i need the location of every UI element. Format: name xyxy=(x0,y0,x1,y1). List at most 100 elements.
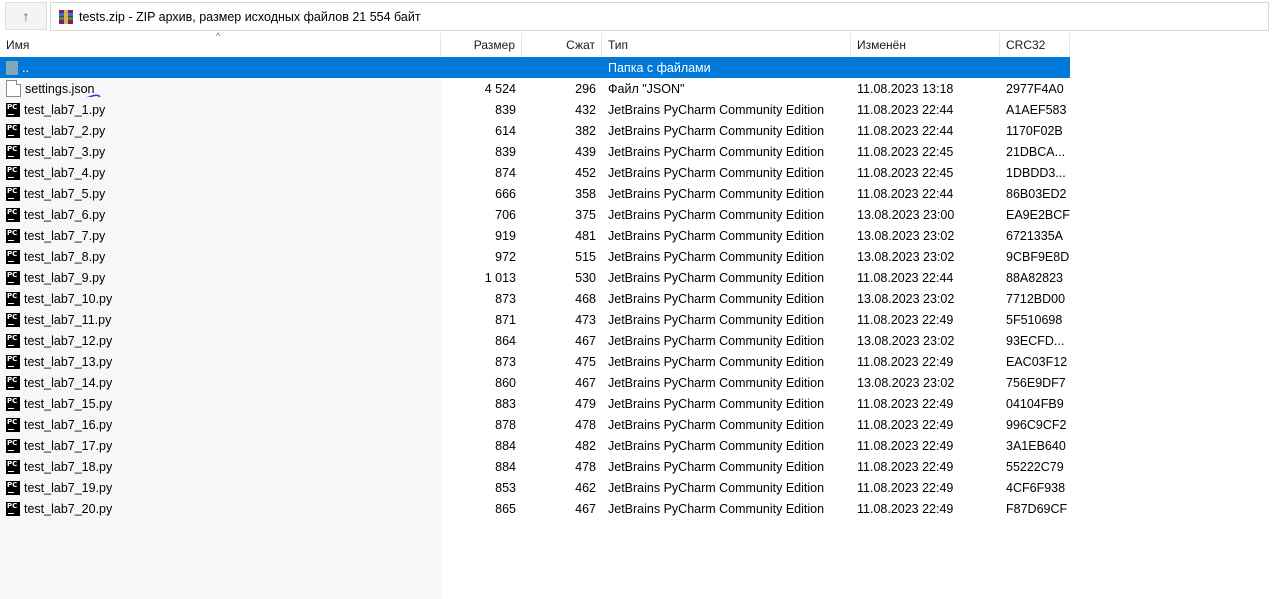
table-row[interactable]: PC test_lab7_19.py 853 462 JetBrains PyCharm… xyxy=(0,477,1070,498)
file-crc: EA9E2BCF xyxy=(1006,207,1070,222)
table-row[interactable]: PC test_lab7_4.py 874 452 JetBrains PyCharm … xyxy=(0,162,1070,183)
file-size: 614 xyxy=(495,123,516,138)
parent-folder-name-cell: .. xyxy=(0,60,441,75)
table-row[interactable]: PC test_lab7_20.py 865 467 JetBrains PyCharm… xyxy=(0,498,1070,519)
file-modified: 11.08.2023 22:49 xyxy=(857,438,954,453)
parent-folder-type: Папка с файлами xyxy=(608,60,711,75)
file-modified: 11.08.2023 22:49 xyxy=(857,459,954,474)
column-crc[interactable]: CRC32 xyxy=(1000,33,1070,57)
file-packed-size: 382 xyxy=(575,123,596,138)
file-name-cell: PC test_lab7_20.py xyxy=(0,501,441,516)
file-type: JetBrains PyCharm Community Edition xyxy=(608,123,825,138)
file-crc: 93ECFD... xyxy=(1006,333,1065,348)
table-row[interactable]: PC test_lab7_13.py 873 475 JetBrains PyCharm… xyxy=(0,351,1070,372)
column-modified-label: Изменён xyxy=(857,38,906,52)
toolbar: ↑ tests.zip - ZIP архив, размер исходных… xyxy=(0,0,1272,33)
file-list[interactable]: Имя ^ Размер Сжат Тип Изменён CRC32 .. П… xyxy=(0,31,1272,599)
file-type: JetBrains PyCharm Community Edition xyxy=(608,375,825,390)
file-packed-size: 452 xyxy=(575,165,596,180)
pycharm-icon: PC xyxy=(6,186,20,201)
file-packed-size: 432 xyxy=(575,102,596,117)
file-type: Файл "JSON" xyxy=(608,81,685,96)
file-modified: 11.08.2023 22:44 xyxy=(857,270,954,285)
file-name-cell: PC test_lab7_13.py xyxy=(0,354,441,369)
pycharm-icon: PC xyxy=(6,249,20,264)
table-row[interactable]: settings.json 4 524 296 Файл "JSON" 11.08.20… xyxy=(0,78,1070,99)
table-row[interactable]: PC test_lab7_7.py 919 481 JetBrains PyCharm … xyxy=(0,225,1070,246)
file-name-cell: PC test_lab7_9.py xyxy=(0,270,441,285)
column-modified[interactable]: Изменён xyxy=(851,33,1000,57)
file-name-cell: PC test_lab7_8.py xyxy=(0,249,441,264)
table-row[interactable]: PC test_lab7_3.py 839 439 JetBrains PyCharm … xyxy=(0,141,1070,162)
file-packed-size: 462 xyxy=(575,480,596,495)
file-type: JetBrains PyCharm Community Edition xyxy=(608,249,825,264)
file-name: test_lab7_18.py xyxy=(24,459,113,474)
address-bar[interactable]: tests.zip - ZIP архив, размер исходных ф… xyxy=(50,2,1269,31)
file-name-cell: PC test_lab7_4.py xyxy=(0,165,441,180)
file-name-cell: PC test_lab7_5.py xyxy=(0,186,441,201)
file-packed-size: 467 xyxy=(575,501,596,516)
pycharm-icon: PC xyxy=(6,102,20,117)
pycharm-icon: PC xyxy=(6,501,20,516)
file-type: JetBrains PyCharm Community Edition xyxy=(608,165,825,180)
table-row[interactable]: PC test_lab7_15.py 883 479 JetBrains PyCharm… xyxy=(0,393,1070,414)
pycharm-icon: PC xyxy=(6,375,20,390)
file-crc: 4CF6F938 xyxy=(1006,480,1066,495)
file-type: JetBrains PyCharm Community Edition xyxy=(608,417,825,432)
file-crc: 6721335A xyxy=(1006,228,1064,243)
file-name-cell: PC test_lab7_6.py xyxy=(0,207,441,222)
column-crc-label: CRC32 xyxy=(1006,38,1046,52)
file-packed-size: 515 xyxy=(575,249,596,264)
file-modified: 13.08.2023 23:02 xyxy=(857,249,955,264)
column-type[interactable]: Тип xyxy=(602,33,851,57)
pycharm-icon: PC xyxy=(6,123,20,138)
table-row[interactable]: PC test_lab7_2.py 614 382 JetBrains PyCharm … xyxy=(0,120,1070,141)
file-type: JetBrains PyCharm Community Edition xyxy=(608,102,825,117)
file-name: test_lab7_1.py xyxy=(24,102,106,117)
table-row[interactable]: PC test_lab7_9.py 1 013 530 JetBrains PyChar… xyxy=(0,267,1070,288)
table-row[interactable]: PC test_lab7_18.py 884 478 JetBrains PyCharm… xyxy=(0,456,1070,477)
parent-folder-row[interactable]: .. Папка с файлами xyxy=(0,57,1070,78)
file-size: 839 xyxy=(495,144,516,159)
table-row[interactable]: PC test_lab7_16.py 878 478 JetBrains PyCharm… xyxy=(0,414,1070,435)
pycharm-icon: PC xyxy=(6,144,20,159)
pycharm-icon: PC xyxy=(6,291,20,306)
column-name-label: Имя xyxy=(6,38,30,52)
file-size: 4 524 xyxy=(484,81,516,96)
table-row[interactable]: PC test_lab7_6.py 706 375 JetBrains PyCharm … xyxy=(0,204,1070,225)
parent-folder-name: .. xyxy=(22,60,29,75)
table-row[interactable]: PC test_lab7_10.py 873 468 JetBrains PyCharm… xyxy=(0,288,1070,309)
file-modified: 11.08.2023 22:45 xyxy=(857,165,954,180)
table-row[interactable]: PC test_lab7_11.py 871 473 JetBrains PyCharm… xyxy=(0,309,1070,330)
file-type: JetBrains PyCharm Community Edition xyxy=(608,396,825,411)
table-row[interactable]: PC test_lab7_1.py 839 432 JetBrains PyCharm … xyxy=(0,99,1070,120)
pycharm-icon: PC xyxy=(6,207,20,222)
file-modified: 11.08.2023 13:18 xyxy=(857,81,954,96)
pycharm-icon: PC xyxy=(6,438,20,453)
file-packed-size: 473 xyxy=(575,312,596,327)
column-size[interactable]: Размер xyxy=(441,33,522,57)
file-packed-size: 530 xyxy=(575,270,596,285)
file-size: 860 xyxy=(495,375,516,390)
file-modified: 13.08.2023 23:02 xyxy=(857,228,955,243)
table-row[interactable]: PC test_lab7_17.py 884 482 JetBrains PyCharm… xyxy=(0,435,1070,456)
file-packed-size: 358 xyxy=(575,186,596,201)
table-row[interactable]: PC test_lab7_14.py 860 467 JetBrains PyCharm… xyxy=(0,372,1070,393)
file-name-cell: PC test_lab7_10.py xyxy=(0,291,441,306)
file-modified: 11.08.2023 22:49 xyxy=(857,501,954,516)
column-name[interactable]: Имя ^ xyxy=(0,31,441,57)
file-type: JetBrains PyCharm Community Edition xyxy=(608,312,825,327)
table-row[interactable]: PC test_lab7_12.py 864 467 JetBrains PyCharm… xyxy=(0,330,1070,351)
file-crc: 1DBDD3... xyxy=(1006,165,1066,180)
column-packed[interactable]: Сжат xyxy=(522,33,602,57)
up-button[interactable]: ↑ xyxy=(5,2,47,30)
file-name: test_lab7_13.py xyxy=(24,354,113,369)
file-name: test_lab7_19.py xyxy=(24,480,113,495)
pycharm-icon: PC xyxy=(6,165,20,180)
table-row[interactable]: PC test_lab7_8.py 972 515 JetBrains PyCharm … xyxy=(0,246,1070,267)
file-name: test_lab7_20.py xyxy=(24,501,113,516)
file-crc: 3A1EB640 xyxy=(1006,438,1066,453)
file-modified: 11.08.2023 22:44 xyxy=(857,123,954,138)
archive-title: tests.zip - ZIP архив, размер исходных ф… xyxy=(79,9,421,24)
table-row[interactable]: PC test_lab7_5.py 666 358 JetBrains PyCharm … xyxy=(0,183,1070,204)
